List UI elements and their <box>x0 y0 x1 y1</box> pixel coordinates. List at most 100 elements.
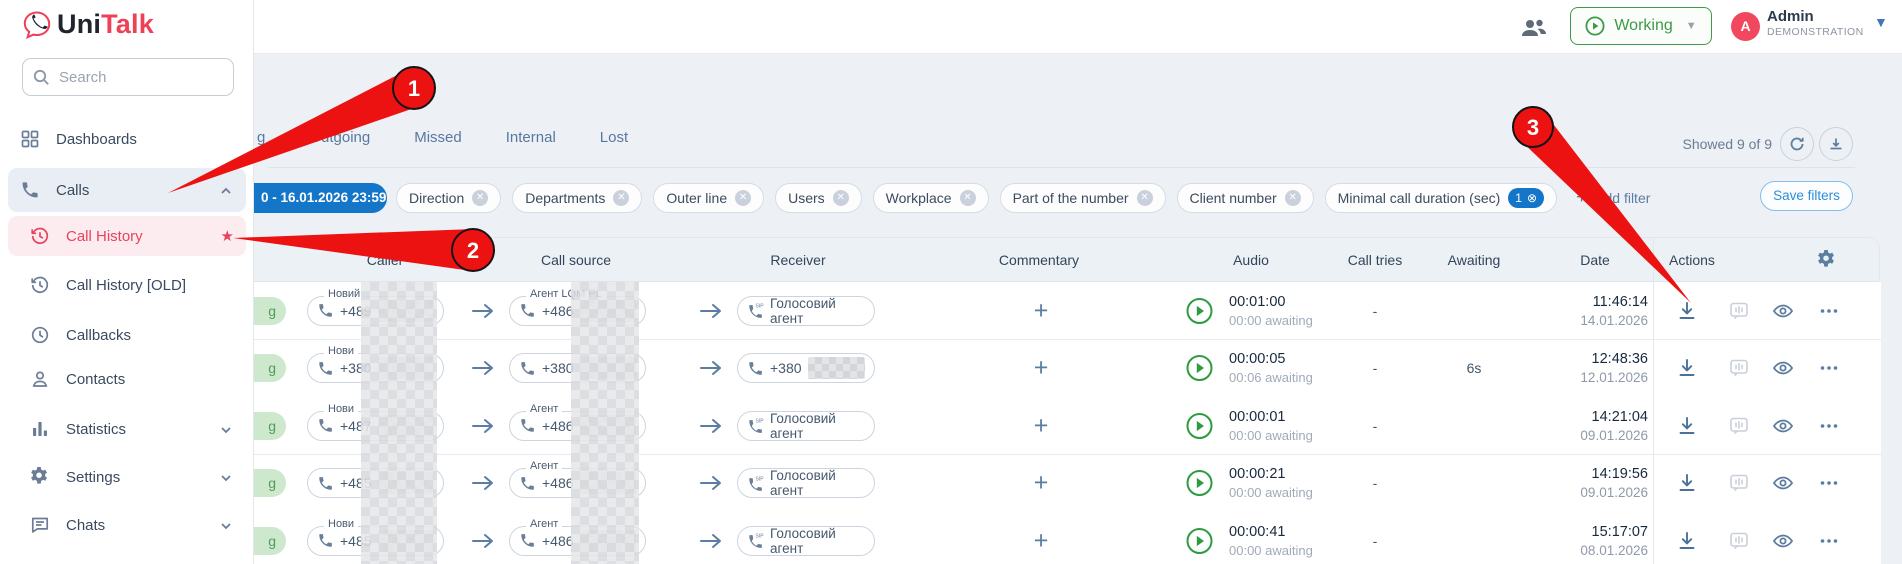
transcript-button[interactable] <box>1728 415 1750 437</box>
table-row[interactable]: g +485 Агент +486 SIP Голосовий агент +00:00:2… <box>205 454 1881 513</box>
tab-lost[interactable]: Lost <box>600 129 628 146</box>
pill-sip: SIP <box>747 475 764 492</box>
tab-missed[interactable]: Missed <box>414 129 462 146</box>
more-actions-button[interactable] <box>1818 530 1840 552</box>
transcript-button[interactable] <box>1728 357 1750 379</box>
download-record-button[interactable] <box>1676 357 1698 379</box>
add-commentary-button[interactable]: + <box>1029 296 1053 325</box>
transcript-button[interactable] <box>1728 530 1750 552</box>
chip-count: 1 <box>1515 191 1522 205</box>
filter-chip-workplace[interactable]: Workplace ✕ <box>872 183 989 213</box>
transcript-button[interactable] <box>1728 472 1750 494</box>
chip-remove-icon[interactable]: ✕ <box>472 190 489 206</box>
chip-remove-icon[interactable]: ✕ <box>613 190 630 206</box>
view-details-button[interactable] <box>1772 300 1794 322</box>
download-record-button[interactable] <box>1676 530 1698 552</box>
save-filters-button[interactable]: Save filters <box>1760 181 1853 211</box>
sidebar-search[interactable] <box>22 58 234 96</box>
phone-pill-label: Нови <box>324 518 359 529</box>
view-details-button[interactable] <box>1772 530 1794 552</box>
chevron-up-icon <box>220 184 232 196</box>
add-commentary-button[interactable]: + <box>1029 469 1053 498</box>
arrow-right-icon <box>471 474 495 492</box>
add-commentary-button[interactable]: + <box>1029 354 1053 383</box>
receiver-pill[interactable]: SIP Голосовий агент <box>737 295 875 326</box>
filter-chip-client-number[interactable]: Client number ✕ <box>1176 183 1314 213</box>
phone-pill[interactable]: +380 <box>737 353 875 384</box>
play-audio-button[interactable] <box>1186 527 1213 554</box>
sidebar-item-calls[interactable]: Calls <box>8 168 246 212</box>
sidebar-item-contacts[interactable]: Contacts <box>8 362 246 396</box>
arrow-right-icon <box>471 532 495 550</box>
download-record-button[interactable] <box>1676 415 1698 437</box>
sidebar-item-call-history-old[interactable]: Call History [OLD] <box>8 268 246 302</box>
play-audio-button[interactable] <box>1186 297 1213 324</box>
status-working-button[interactable]: Working ▼ <box>1570 7 1712 45</box>
call-type-tabs: g Outgoing Missed Internal Lost <box>257 129 628 146</box>
view-details-button[interactable] <box>1772 472 1794 494</box>
pill-phone <box>317 532 334 549</box>
receiver-pill[interactable]: SIP Голосовий агент <box>737 410 875 441</box>
filter-chip-departments[interactable]: Departments ✕ <box>512 183 643 213</box>
team-members-icon[interactable] <box>1521 15 1547 39</box>
awaiting-sub: 00:00 awaiting <box>1229 312 1313 328</box>
tab-g[interactable]: g <box>257 129 265 146</box>
search-input[interactable] <box>59 68 209 86</box>
view-details-button[interactable] <box>1772 357 1794 379</box>
chip-remove-icon[interactable]: ✕ <box>832 190 849 206</box>
more-actions-button[interactable] <box>1818 472 1840 494</box>
play-audio-button[interactable] <box>1186 355 1213 382</box>
add-filter-button[interactable]: + Add filter <box>1576 187 1650 209</box>
sidebar-item-chats[interactable]: Chats <box>8 508 246 542</box>
arrow-right-icon <box>699 474 723 492</box>
view-details-button[interactable] <box>1772 415 1794 437</box>
more-actions-button[interactable] <box>1818 357 1840 379</box>
sidebar-item-call-history[interactable]: Call History ★ <box>8 216 246 256</box>
pill-phone <box>519 475 536 492</box>
export-button[interactable] <box>1819 127 1853 161</box>
download-record-button[interactable] <box>1676 472 1698 494</box>
download-record-button[interactable] <box>1676 300 1698 322</box>
sidebar-item-callbacks[interactable]: Callbacks <box>8 318 246 352</box>
arrow-right-icon <box>699 532 723 550</box>
brand-logo[interactable]: UniTalk <box>22 9 154 40</box>
receiver-pill[interactable]: SIP Голосовий агент <box>737 468 875 499</box>
chip-remove-icon[interactable]: ✕ <box>1284 190 1301 206</box>
transcript-button[interactable] <box>1728 300 1750 322</box>
chip-remove-icon[interactable]: ✕ <box>959 190 976 206</box>
more-actions-button[interactable] <box>1818 415 1840 437</box>
status-label: Working <box>1614 17 1673 34</box>
add-commentary-button[interactable]: + <box>1029 526 1053 555</box>
sidebar-item-dashboards[interactable]: Dashboards <box>8 122 246 156</box>
refresh-button[interactable] <box>1780 127 1814 161</box>
filter-chip-users[interactable]: Users ✕ <box>775 183 862 213</box>
more-actions-button[interactable] <box>1818 300 1840 322</box>
table-row[interactable]: g Нови +380 +380 +380 +00:00:05 00:06 awaiting… <box>205 339 1881 398</box>
avatar[interactable]: A <box>1731 12 1760 41</box>
filter-chip-direction[interactable]: Direction ✕ <box>396 183 502 213</box>
table-settings-gear-icon[interactable] <box>1817 249 1837 270</box>
sidebar-item-settings[interactable]: Settings <box>8 460 246 494</box>
chip-remove-icon[interactable]: ✕ <box>735 190 752 206</box>
play-audio-button[interactable] <box>1186 470 1213 497</box>
filter-chip-minimal-call-duration-sec-[interactable]: Minimal call duration (sec) 1 ⊗ <box>1324 183 1558 213</box>
chip-badge-remove-icon[interactable]: ⊗ <box>1527 191 1537 205</box>
receiver-pill[interactable]: SIP Голосовий агент <box>737 525 875 556</box>
add-commentary-button[interactable]: + <box>1029 411 1053 440</box>
filter-chip-outer-line[interactable]: Outer line ✕ <box>653 183 765 213</box>
user-menu-caret-icon[interactable]: ▼ <box>1874 14 1888 30</box>
column-header-date: Date <box>1580 252 1610 268</box>
tab-internal[interactable]: Internal <box>506 129 556 146</box>
awaiting-sub: 00:00 awaiting <box>1229 542 1313 558</box>
filter-chip-part-of-the-number[interactable]: Part of the number ✕ <box>999 183 1166 213</box>
tab-outgoing[interactable]: Outgoing <box>309 129 370 146</box>
sidebar-item-statistics[interactable]: Statistics <box>8 412 246 446</box>
chip-remove-icon[interactable]: ✕ <box>1136 190 1153 206</box>
receiver-name: Голосовий агент <box>770 525 836 556</box>
play-audio-button[interactable] <box>1186 412 1213 439</box>
table-row[interactable]: g Нови +485 Агент +486 SIP Голосовий агент +00:… <box>205 512 1881 564</box>
status-caret-icon: ▼ <box>1685 20 1697 32</box>
favorite-star-icon[interactable]: ★ <box>221 227 234 245</box>
table-row[interactable]: g Нови +487 Агент +486 SIP Голосовий агент +00:… <box>205 397 1881 456</box>
table-row[interactable]: g Новий +489 Агент LQM PL +486 SIP Голосовий а… <box>205 282 1881 340</box>
